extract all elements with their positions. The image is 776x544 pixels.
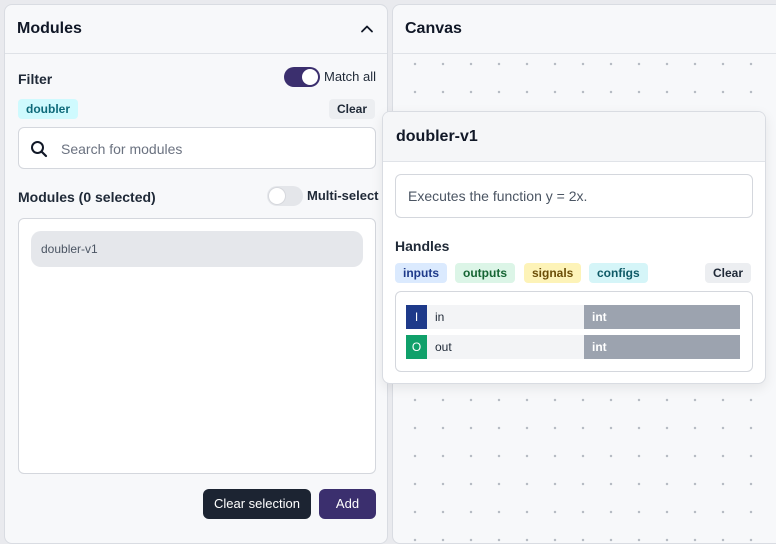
handle-name: out (427, 335, 584, 359)
modules-list-title: Modules (0 selected) (18, 189, 156, 205)
modules-panel-title: Modules (17, 20, 82, 37)
module-detail-popup: doubler-v1 Executes the function y = 2x.… (382, 111, 766, 384)
output-badge: O (406, 335, 427, 359)
handle-type: int (584, 305, 740, 329)
multi-select-toggle[interactable] (267, 186, 303, 206)
clear-handles-button[interactable]: Clear (705, 263, 752, 283)
handle-filter-outputs[interactable]: outputs (455, 263, 515, 283)
filter-label: Filter (18, 71, 53, 87)
canvas-header: Canvas (393, 5, 776, 54)
search-icon (31, 141, 48, 158)
handles-title: Handles (395, 238, 450, 254)
handle-filter-signals[interactable]: signals (524, 263, 582, 283)
modules-panel-header: Modules (5, 5, 387, 54)
chevron-up-icon[interactable] (359, 21, 375, 37)
match-all-toggle[interactable] (284, 67, 320, 87)
table-row: I in int (406, 305, 740, 329)
search-box (18, 127, 376, 170)
handles-table: I in int O out int (395, 291, 753, 372)
add-button[interactable]: Add (319, 489, 376, 519)
input-badge: I (406, 305, 427, 329)
search-input[interactable] (59, 128, 363, 170)
multi-select-label: Multi-select (307, 188, 379, 203)
canvas-title: Canvas (405, 20, 462, 37)
handle-filter-configs[interactable]: configs (589, 263, 648, 283)
clear-filter-button[interactable]: Clear (329, 99, 376, 119)
modules-list: doubler-v1 (18, 218, 376, 474)
handle-filter-inputs[interactable]: inputs (395, 263, 447, 283)
popup-title: doubler-v1 (383, 112, 765, 162)
module-description: Executes the function y = 2x. (395, 174, 753, 218)
match-all-label: Match all (324, 69, 377, 84)
table-row: O out int (406, 335, 740, 359)
clear-selection-button[interactable]: Clear selection (203, 489, 311, 519)
handle-type: int (584, 335, 740, 359)
modules-panel: Modules Filter Match all doubler Clear M… (4, 4, 388, 544)
filter-tag-doubler[interactable]: doubler (18, 99, 78, 119)
handle-name: in (427, 305, 584, 329)
list-item[interactable]: doubler-v1 (31, 231, 363, 267)
